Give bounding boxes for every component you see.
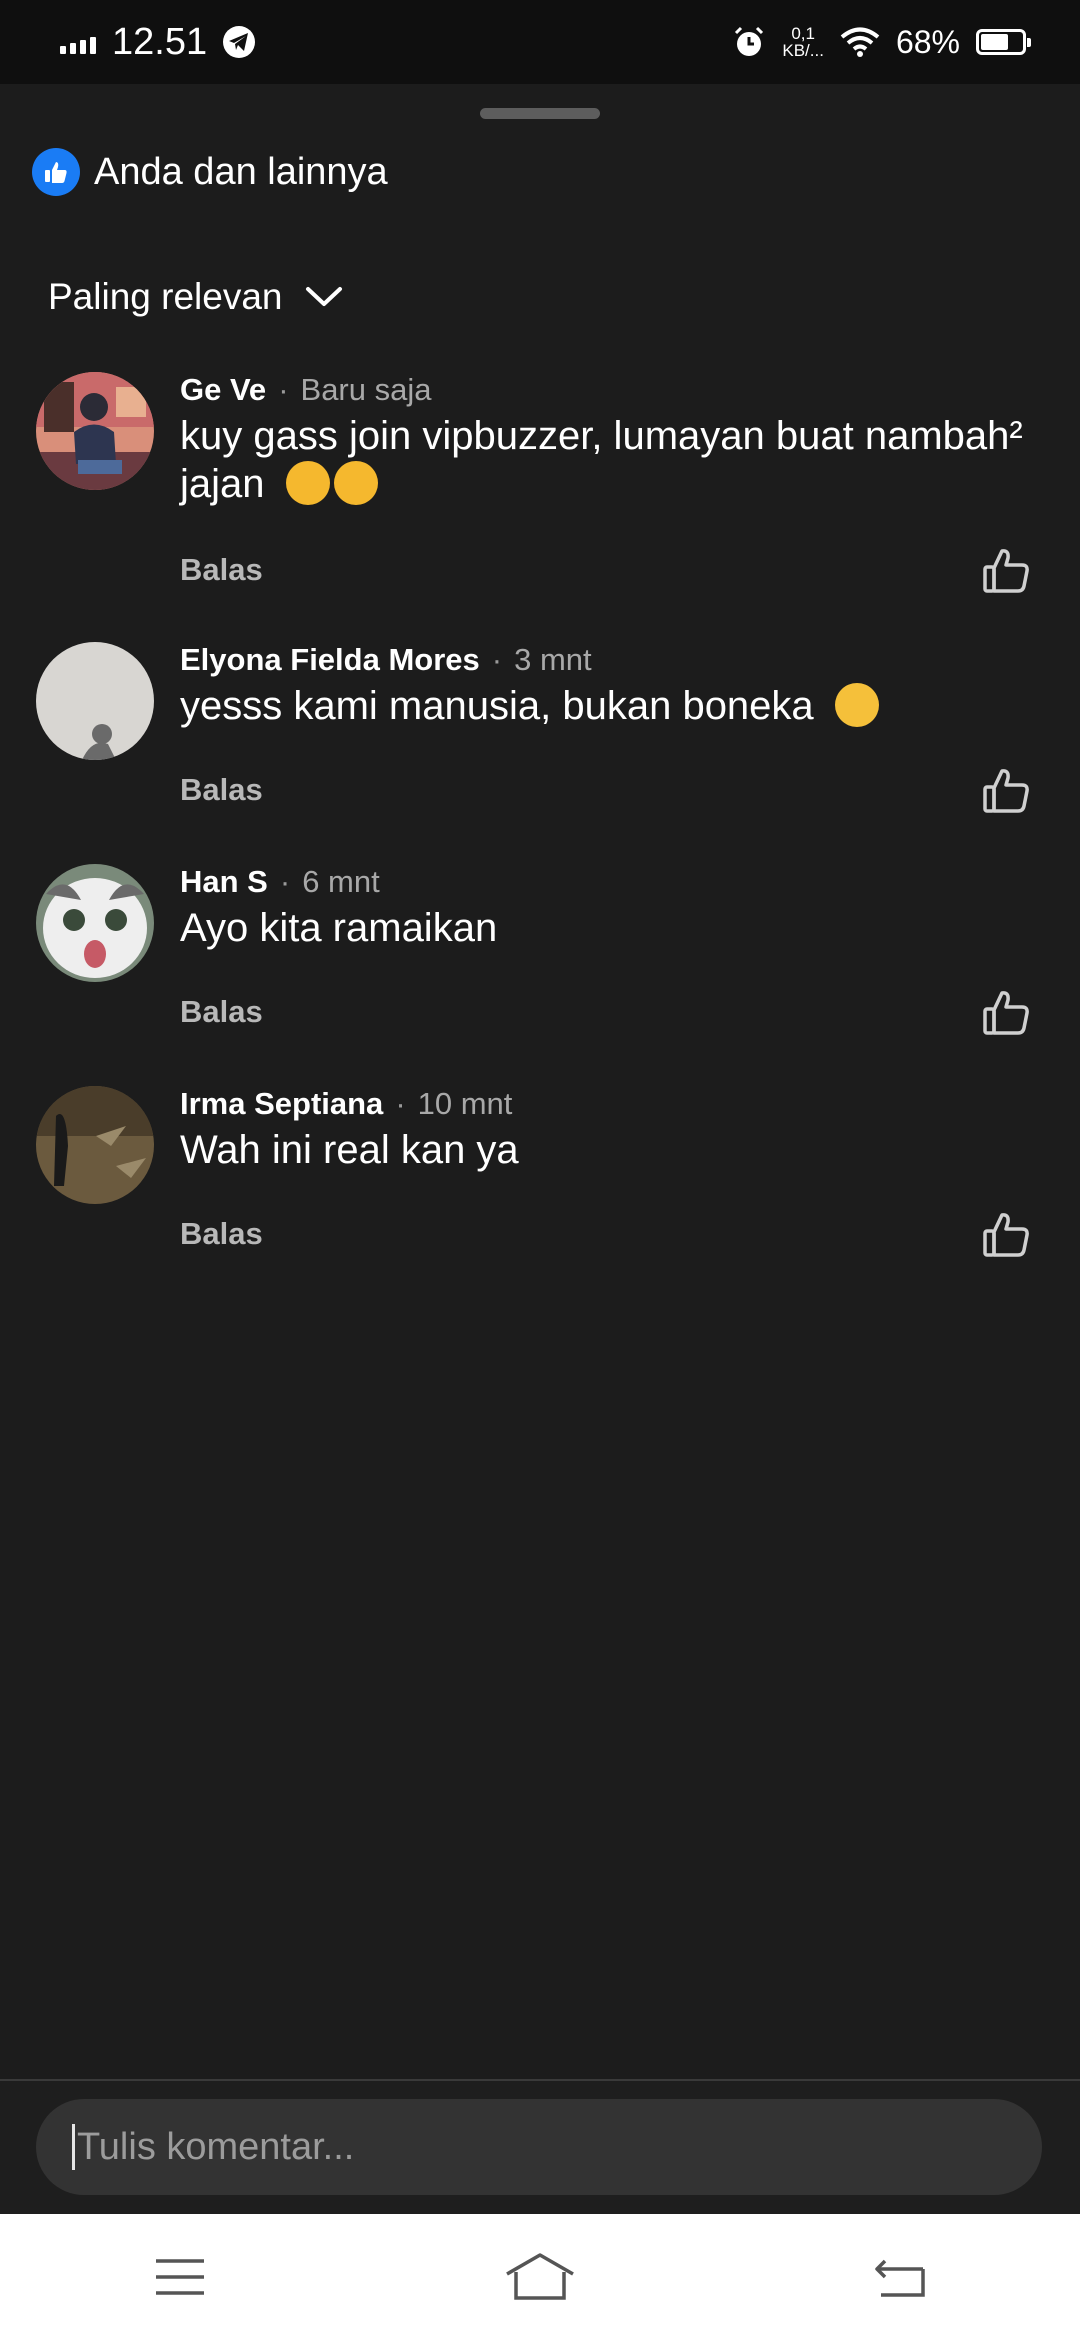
- reactions-text: Anda dan lainnya: [94, 150, 388, 193]
- avatar[interactable]: [36, 372, 154, 490]
- back-icon: [875, 2259, 925, 2297]
- menu-button[interactable]: [140, 2247, 220, 2307]
- separator-dot: ·: [491, 642, 503, 677]
- drag-handle[interactable]: [480, 108, 600, 119]
- status-time: 12.51: [112, 20, 208, 63]
- comment-text: Wah ini real kan ya: [180, 1128, 519, 1172]
- comment-composer: Tulis komentar...: [0, 2079, 1080, 2214]
- menu-icon: [156, 2259, 204, 2295]
- comment-text: yesss kami manusia, bukan boneka: [180, 682, 1040, 730]
- comment-author[interactable]: Han S: [180, 864, 268, 900]
- telegram-icon: [223, 26, 256, 58]
- reply-button[interactable]: Balas: [180, 772, 263, 808]
- network-speed: 0,1 KB/...: [782, 25, 824, 59]
- home-icon: [506, 2253, 574, 2300]
- network-speed-value: 0,1: [791, 24, 815, 43]
- system-nav-bar: [0, 2214, 1080, 2340]
- reactions-summary[interactable]: Anda dan lainnya: [32, 148, 388, 196]
- comment-author[interactable]: Irma Septiana: [180, 1086, 383, 1122]
- grinning-face-emoji: [834, 683, 879, 727]
- sort-label: Paling relevan: [48, 276, 283, 317]
- partying-face-emoji: [333, 461, 378, 505]
- battery-icon: [976, 29, 1031, 55]
- reply-button[interactable]: Balas: [180, 994, 263, 1030]
- avatar[interactable]: [36, 1086, 154, 1204]
- avatar[interactable]: [36, 642, 154, 760]
- alarm-icon: [735, 26, 764, 56]
- comment-author[interactable]: Elyona Fielda Mores: [180, 642, 480, 678]
- comment-time: 6 mnt: [302, 864, 380, 899]
- comment-text-line: yesss kami manusia, bukan boneka: [180, 684, 814, 728]
- reply-button[interactable]: Balas: [180, 1216, 263, 1252]
- thumbs-up-icon: [32, 148, 80, 196]
- home-button[interactable]: [500, 2247, 580, 2307]
- comment-text: kuy gass join vipbuzzer, lumayan buat na…: [180, 412, 1040, 508]
- comment-author[interactable]: Ge Ve: [180, 372, 266, 408]
- sort-dropdown[interactable]: Paling relevan: [48, 276, 344, 318]
- chevron-down-icon: [306, 287, 343, 306]
- thumbs-up-outline-icon[interactable]: [982, 546, 1032, 596]
- comment-text-line: kuy gass join vipbuzzer, lumayan buat na…: [180, 414, 1023, 458]
- thumbs-up-outline-icon[interactable]: [982, 988, 1032, 1038]
- separator-dot: ·: [395, 1086, 406, 1121]
- partying-face-emoji: [285, 461, 330, 505]
- battery-percent: 68%: [895, 23, 960, 60]
- reply-button[interactable]: Balas: [180, 552, 263, 588]
- separator-dot: ·: [278, 372, 289, 407]
- comment-text: Ayo kita ramaikan: [180, 906, 498, 950]
- comment-input[interactable]: Tulis komentar...: [36, 2099, 1042, 2195]
- separator-dot: ·: [279, 864, 291, 899]
- comment-text-line: jajan: [180, 462, 265, 506]
- comments-sheet: Anda dan lainnya Paling relevan Ge Ve · …: [0, 84, 1080, 2079]
- thumbs-up-outline-icon[interactable]: [982, 1210, 1032, 1260]
- text-cursor: [72, 2124, 75, 2170]
- comment-input-placeholder: Tulis komentar...: [77, 2125, 355, 2168]
- thumbs-up-outline-icon[interactable]: [982, 766, 1032, 816]
- status-bar: 12.51 0,1 KB/... 68%: [0, 0, 1080, 84]
- network-speed-unit: KB/...: [782, 41, 824, 60]
- signal-icon: [60, 30, 96, 54]
- wifi-icon: [840, 27, 880, 57]
- avatar[interactable]: [36, 864, 154, 982]
- comment-time: 3 mnt: [514, 642, 592, 677]
- comment-time: Baru saja: [300, 372, 432, 407]
- back-button[interactable]: [860, 2247, 940, 2307]
- comment-time: 10 mnt: [417, 1086, 513, 1121]
